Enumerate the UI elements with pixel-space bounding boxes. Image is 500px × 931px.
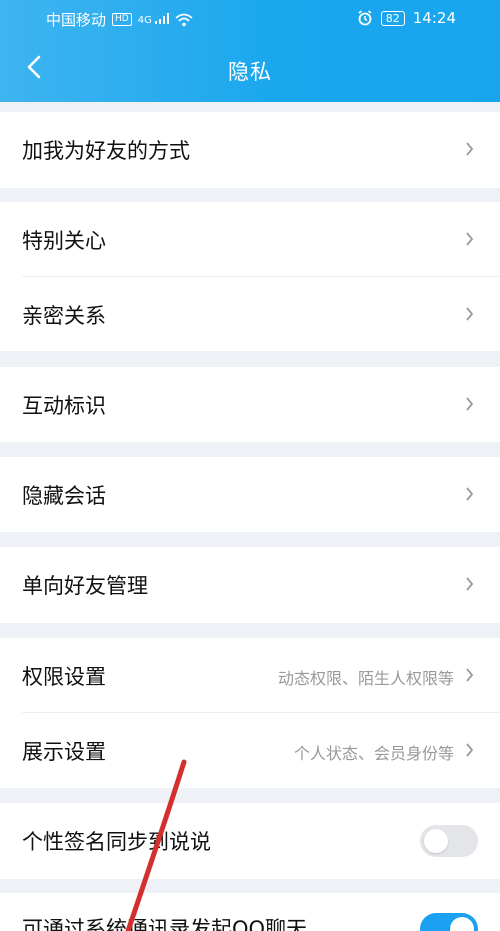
settings-item-label: 特别关心: [22, 229, 106, 253]
contacts-chat-toggle[interactable]: [420, 913, 478, 931]
chevron-right-icon: [466, 577, 474, 591]
settings-item-hidden-chat[interactable]: 隐藏会话: [0, 457, 500, 532]
settings-item-label: 加我为好友的方式: [22, 139, 190, 163]
settings-item-add-friend-method[interactable]: 加我为好友的方式: [0, 112, 500, 188]
settings-item-permissions[interactable]: 权限设置 动态权限、陌生人权限等: [0, 638, 500, 713]
settings-item-label: 隐藏会话: [22, 484, 106, 508]
signature-sync-toggle[interactable]: [420, 825, 478, 857]
network-type-label: 4G: [137, 15, 152, 26]
settings-group-interaction: 互动标识: [0, 367, 500, 442]
chevron-right-icon: [466, 743, 474, 757]
settings-group-hidden-chat: 隐藏会话: [0, 457, 500, 532]
settings-group-contacts-chat: 可通过系统通讯录发起QQ聊天: [0, 893, 500, 931]
settings-item-label: 互动标识: [22, 394, 106, 418]
settings-item-display[interactable]: 展示设置 个人状态、会员身份等: [0, 713, 500, 788]
chevron-right-icon: [466, 668, 474, 682]
hd-badge: HD: [112, 13, 132, 26]
chevron-right-icon: [466, 142, 474, 156]
settings-item-hint: 个人状态、会员身份等: [293, 744, 454, 763]
battery-level: 82: [385, 11, 400, 25]
settings-item-label: 个性签名同步到说说: [22, 830, 211, 854]
settings-item-label: 可通过系统通讯录发起QQ聊天: [22, 917, 308, 931]
settings-group-one-way-friends: 单向好友管理: [0, 547, 500, 623]
settings-item-label: 权限设置: [22, 665, 106, 689]
title-bar: 隐私: [0, 36, 500, 102]
wifi-icon: [175, 13, 193, 26]
battery-icon: 82: [380, 10, 405, 26]
settings-group-permissions: 权限设置 动态权限、陌生人权限等 展示设置 个人状态、会员身份等: [0, 638, 500, 788]
settings-item-label: 单向好友管理: [22, 574, 148, 598]
settings-item-intimate-relation[interactable]: 亲密关系: [0, 277, 500, 351]
carrier-label: 中国移动: [46, 11, 107, 29]
status-bar: 中国移动 HD 4G 82 14:24: [0, 0, 500, 36]
settings-item-hint: 动态权限、陌生人权限等: [277, 669, 454, 688]
settings-item-label: 展示设置: [22, 740, 106, 764]
chevron-right-icon: [466, 307, 474, 321]
chevron-right-icon: [466, 397, 474, 411]
settings-item-signature-sync: 个性签名同步到说说: [0, 803, 500, 879]
signal-icon: 4G: [137, 13, 170, 26]
toggle-knob: [450, 917, 474, 931]
settings-item-special-care[interactable]: 特别关心: [0, 202, 500, 277]
settings-group-signature-sync: 个性签名同步到说说: [0, 803, 500, 879]
page-title: 隐私: [228, 60, 272, 84]
settings-item-label: 亲密关系: [22, 304, 106, 328]
alarm-icon: [358, 10, 372, 26]
clock: 14:24: [412, 9, 456, 27]
settings-item-one-way-friends[interactable]: 单向好友管理: [0, 547, 500, 623]
chevron-right-icon: [466, 487, 474, 501]
chevron-right-icon: [466, 232, 474, 246]
settings-group-relations: 特别关心 亲密关系: [0, 202, 500, 351]
settings-group-friend-method: 加我为好友的方式: [0, 112, 500, 188]
toggle-knob: [424, 829, 448, 853]
settings-item-interaction-badge[interactable]: 互动标识: [0, 367, 500, 442]
settings-item-contacts-chat: 可通过系统通讯录发起QQ聊天: [0, 893, 500, 931]
